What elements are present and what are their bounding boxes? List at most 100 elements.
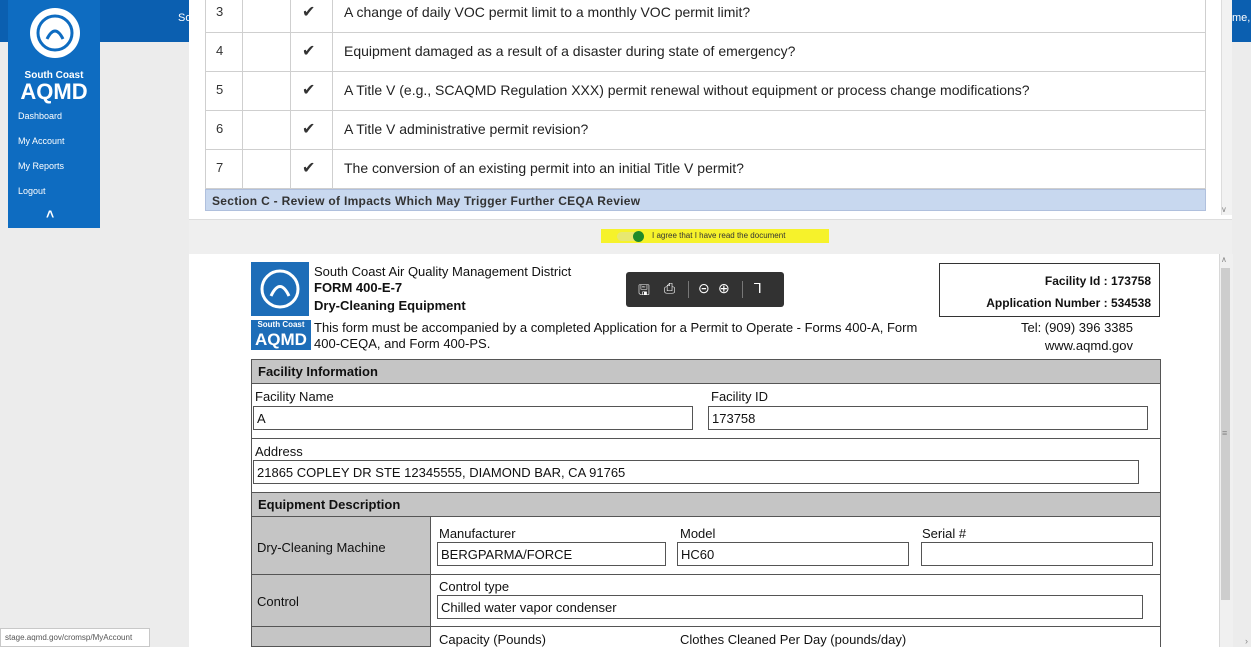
form-title: Dry-Cleaning Equipment	[314, 298, 466, 313]
facility-id-field[interactable]: 173758	[708, 406, 1148, 430]
control-type-field[interactable]: Chilled water vapor condenser	[437, 595, 1143, 619]
checkmark-icon: ✔	[302, 160, 316, 177]
control-type-label: Control type	[439, 579, 510, 594]
pdf-icon[interactable]: ⅂	[754, 280, 762, 297]
column-divider	[242, 111, 243, 149]
zoom-out-icon[interactable]: ⊝	[698, 280, 710, 297]
sidebar-item-dashboard[interactable]: Dashboard	[18, 111, 62, 121]
column-divider	[242, 0, 243, 32]
sidebar: South Coast AQMD Dashboard My Account My…	[8, 0, 100, 228]
table-row: 5 ✔ A Title V (e.g., SCAQMD Regulation X…	[205, 72, 1206, 111]
question-text: A change of daily VOC permit limit to a …	[344, 4, 751, 20]
toolbar-divider	[688, 281, 689, 298]
column-divider	[290, 33, 291, 71]
facility-info-header: Facility Information	[251, 359, 1161, 384]
checkmark-icon: ✔	[302, 82, 316, 99]
sidebar-item-logout[interactable]: Logout	[18, 186, 46, 196]
model-field[interactable]: HC60	[677, 542, 909, 566]
equipment-row-labels	[251, 516, 431, 647]
column-divider	[290, 111, 291, 149]
topbar-user-fragment: me,	[1232, 12, 1251, 24]
column-divider	[332, 72, 333, 110]
row-divider	[251, 438, 1161, 439]
table-row: 4 ✔ Equipment damaged as a result of a d…	[205, 33, 1206, 72]
application-number-label: Application Number :	[986, 296, 1108, 310]
column-divider	[332, 33, 333, 71]
question-text: The conversion of an existing permit int…	[344, 160, 744, 176]
question-text: A Title V (e.g., SCAQMD Regulation XXX) …	[344, 82, 1030, 98]
facility-name-label: Facility Name	[255, 389, 334, 404]
sidebar-item-my-account[interactable]: My Account	[18, 136, 65, 146]
zoom-in-icon[interactable]: ⊕	[718, 280, 730, 297]
toggle-knob-icon[interactable]	[633, 231, 644, 242]
upper-scrollbar[interactable]	[1221, 0, 1232, 215]
scroll-down-icon[interactable]: ∨	[1221, 205, 1227, 214]
table-row: 7 ✔ The conversion of an existing permit…	[205, 150, 1206, 189]
question-number: 4	[216, 43, 224, 58]
agree-label[interactable]: I agree that I have read the document	[652, 231, 785, 240]
dry-cleaning-machine-label: Dry-Cleaning Machine	[257, 540, 386, 555]
sidebar-item-my-reports[interactable]: My Reports	[18, 161, 64, 171]
form-note: This form must be accompanied by a compl…	[314, 320, 918, 351]
serial-field[interactable]	[921, 542, 1153, 566]
manufacturer-field[interactable]: BERGPARMA/FORCE	[437, 542, 666, 566]
column-divider	[290, 150, 291, 188]
chevron-right-icon: ›	[1245, 636, 1248, 646]
question-number: 5	[216, 82, 224, 97]
facility-box: Facility Id : 173758 Application Number …	[939, 263, 1160, 317]
column-divider	[332, 111, 333, 149]
checkmark-icon: ✔	[302, 4, 316, 21]
print-icon[interactable]: ⎙	[664, 280, 675, 297]
facility-name-field[interactable]: A	[253, 406, 693, 430]
address-label: Address	[255, 444, 303, 459]
website: www.aqmd.gov	[1044, 338, 1133, 353]
checkmark-icon: ✔	[302, 43, 316, 60]
save-icon[interactable]: 🖫	[638, 280, 650, 304]
aqmd-logo-icon	[30, 8, 80, 58]
application-number-value: 534538	[1110, 296, 1151, 310]
model-label: Model	[680, 526, 716, 541]
row-divider	[251, 626, 1161, 627]
aqmd-emblem-icon	[251, 262, 309, 316]
table-row: 3 ✔ A change of daily VOC permit limit t…	[205, 0, 1206, 33]
section-c-header: Section C - Review of Impacts Which May …	[205, 189, 1206, 211]
table-row: 6 ✔ A Title V administrative permit revi…	[205, 111, 1206, 150]
serial-label: Serial #	[922, 526, 967, 541]
question-text: Equipment damaged as a result of a disas…	[344, 43, 796, 59]
scroll-up-icon[interactable]: ∧	[1221, 255, 1227, 264]
question-number: 7	[216, 160, 224, 175]
column-divider	[290, 0, 291, 32]
checkmark-icon: ✔	[302, 121, 316, 138]
pdf-toolbar: 🖫 ⎙ ⊝ ⊕ ⅂	[626, 272, 784, 307]
telephone: Tel: (909) 396 3385	[1020, 320, 1133, 335]
facility-id-value: 173758	[1110, 274, 1151, 288]
form-logo-big: AQMD	[251, 330, 311, 350]
form-number: FORM 400-E-7	[314, 280, 403, 295]
column-divider	[332, 0, 333, 32]
facility-id-field-label: Facility ID	[711, 389, 769, 404]
facility-id-line: Facility Id : 173758	[1045, 274, 1151, 288]
control-label: Control	[257, 594, 299, 609]
application-number-line: Application Number : 534538	[986, 296, 1151, 310]
clothes-cleaned-label: Clothes Cleaned Per Day (pounds/day)	[680, 632, 907, 647]
form-logo: South Coast AQMD	[251, 262, 311, 354]
collapse-caret-icon[interactable]: ˄	[46, 206, 54, 222]
column-divider	[242, 72, 243, 110]
toolbar-divider	[742, 281, 743, 298]
equipment-description-header: Equipment Description	[251, 492, 1161, 517]
column-divider	[242, 33, 243, 71]
question-number: 6	[216, 121, 224, 136]
manufacturer-label: Manufacturer	[439, 526, 516, 541]
scroll-grip-icon: ≡	[1222, 428, 1228, 438]
column-divider	[332, 150, 333, 188]
column-divider	[242, 150, 243, 188]
question-text: A Title V administrative permit revision…	[344, 121, 589, 137]
column-divider	[290, 72, 291, 110]
status-bar-url: stage.aqmd.gov/cromsp/MyAccount	[0, 628, 150, 647]
address-field[interactable]: 21865 COPLEY DR STE 12345555, DIAMOND BA…	[253, 460, 1139, 484]
agency-name: South Coast Air Quality Management Distr…	[314, 264, 572, 279]
question-number: 3	[216, 4, 224, 19]
capacity-label: Capacity (Pounds)	[439, 632, 546, 647]
brand-big-text: AQMD	[20, 79, 88, 104]
row-divider	[251, 574, 1161, 575]
